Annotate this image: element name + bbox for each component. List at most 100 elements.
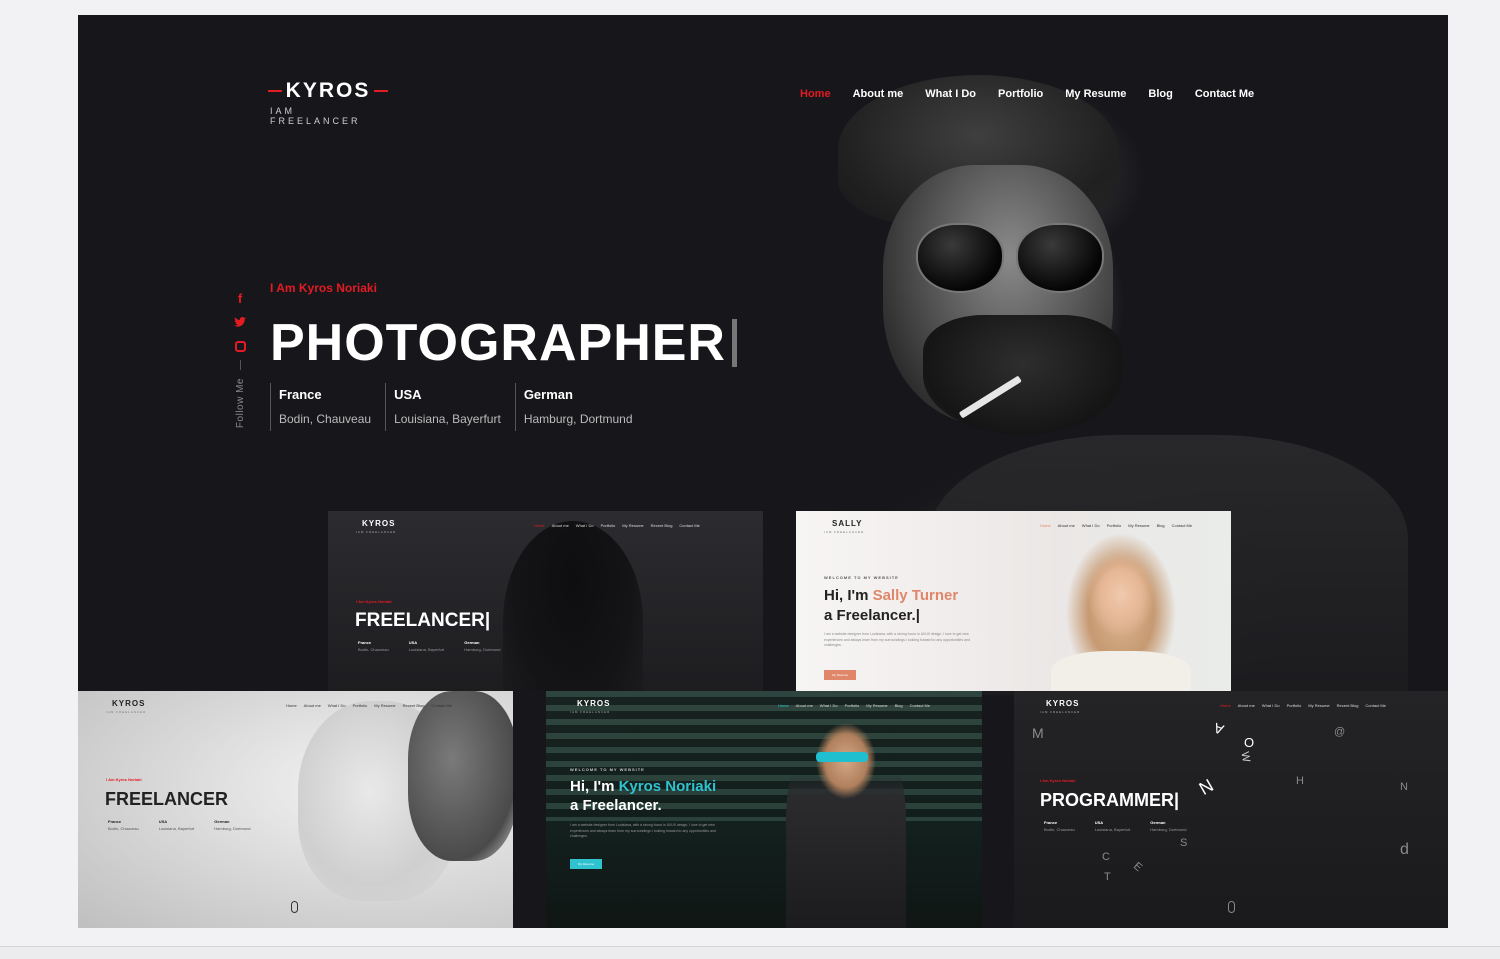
- sunglasses-left-lens: [916, 223, 1004, 293]
- thumb-loc-country: USA: [158, 819, 168, 824]
- thumbnail-dark-freelancer[interactable]: KYROS IAM FREELANCER Home About me What …: [328, 511, 763, 691]
- decorative-glyph: H: [1296, 775, 1304, 787]
- decorative-glyph: W: [1238, 750, 1253, 764]
- thumb-loc-country: German: [214, 819, 230, 824]
- thumb-nav-item: My Resume: [374, 703, 396, 708]
- thumb-logo: KYROS: [1046, 699, 1080, 708]
- thumb-logo-sub: IAM FREELANCER: [1040, 710, 1081, 714]
- thumb-nav-item: Portfolio: [352, 703, 368, 708]
- logo-line-right: [374, 90, 388, 92]
- nav-about-me[interactable]: About me: [853, 88, 904, 100]
- thumb-label: WELCOME TO MY WEBSITE: [570, 767, 645, 772]
- thumb-nav-item: Portfolio: [1286, 703, 1302, 708]
- thumb-nav-item: About me: [1237, 703, 1255, 708]
- nav-contact-me[interactable]: Contact Me: [1195, 88, 1254, 100]
- thumb-loc-cities: Hamburg, Dortmund: [464, 647, 501, 652]
- thumb-greeting-name: Kyros Noriaki: [618, 778, 717, 795]
- thumb-loc-country: German: [1150, 820, 1166, 825]
- thumb-nav-item: Contact Me: [909, 703, 931, 708]
- thumbnail-light-freelancer[interactable]: KYROS IAM FREELANCER Home About me What …: [78, 691, 513, 928]
- thumb-resume-button[interactable]: My Resume: [570, 859, 603, 869]
- thumb-logo: KYROS: [362, 519, 396, 528]
- follow-me-label: Follow Me: [234, 378, 246, 429]
- thumb-loc-country: France: [358, 640, 372, 645]
- thumb-nav-item: Portfolio: [1106, 523, 1122, 528]
- preview-frame: KYROS IAM FREELANCER Home About me What …: [78, 15, 1448, 928]
- thumb-nav-item: Blog: [894, 703, 903, 708]
- main-nav: Home About me What I Do Portfolio My Res…: [800, 88, 1254, 100]
- thumb-nav-item: Home: [1220, 703, 1231, 708]
- thumb-nav-item: About me: [551, 523, 569, 528]
- nav-home[interactable]: Home: [800, 88, 831, 100]
- social-links: f Follow Me: [230, 291, 250, 428]
- logo-line-left: [268, 90, 282, 92]
- browser-bottom-bar: [0, 946, 1500, 959]
- thumb-loc-cities: Louisiana, Bayerfurt: [1094, 827, 1131, 832]
- decorative-glyph: S: [1180, 837, 1188, 849]
- location-item: German Hamburg, Dortmund: [514, 383, 647, 431]
- decorative-glyph: d: [1400, 841, 1409, 858]
- thumb-subtitle: a Freelancer.|: [824, 607, 920, 624]
- thumb-greeting-text: Hi, I'm: [570, 778, 619, 795]
- thumb-logo-sub: IAM FREELANCER: [356, 530, 397, 534]
- thumb-label: WELCOME TO MY WEBSITE: [824, 575, 899, 580]
- instagram-icon[interactable]: [234, 341, 246, 352]
- thumb-nav-item: Portfolio: [844, 703, 860, 708]
- thumb-nav-item: Home: [1040, 523, 1051, 528]
- location-cities: Bodin, Chauveau: [279, 412, 372, 426]
- scroll-mouse-icon: [291, 901, 298, 913]
- thumb-photo-man: [786, 716, 906, 928]
- thumb-body: I am a website designer from Louisiana, …: [824, 632, 970, 647]
- nav-what-i-do[interactable]: What I Do: [925, 88, 976, 100]
- thumb-logo: SALLY: [832, 519, 863, 528]
- decorative-glyph: M: [1032, 725, 1044, 741]
- thumb-nav-item: Contact Me: [679, 523, 700, 528]
- thumb-photo-woman-hair: [408, 691, 513, 861]
- thumb-nav-item: Home: [534, 523, 545, 528]
- thumb-nav-item: Recent Blog: [1336, 703, 1359, 708]
- location-country: France: [279, 387, 322, 402]
- thumb-nav-item: What I Do: [819, 703, 838, 708]
- location-item: France Bodin, Chauveau: [270, 383, 385, 431]
- decorative-glyph: @: [1334, 726, 1346, 738]
- decorative-glyph: O: [1244, 735, 1255, 750]
- thumbnail-programmer[interactable]: M A O W @ N H N d C E T S KYROS IAM FREE…: [1014, 691, 1448, 928]
- location-item: USA Louisiana, Bayerfurt: [385, 383, 515, 431]
- twitter-icon[interactable]: [234, 315, 246, 331]
- hero-headline-text: PHOTOGRAPHER: [270, 314, 726, 372]
- thumb-greeting: Hi, I'm Kyros Noriaki: [570, 778, 716, 795]
- decorative-glyph: E: [1131, 860, 1145, 874]
- decorative-glyph: N: [1195, 775, 1217, 799]
- thumb-nav-item: Home: [778, 703, 789, 708]
- thumb-photo-shirt: [1051, 651, 1191, 691]
- thumb-nav: Home About me What I Do Portfolio My Res…: [1040, 523, 1192, 528]
- thumb-resume-button[interactable]: My Resume: [824, 670, 857, 680]
- thumb-logo: KYROS: [577, 699, 611, 708]
- nav-blog[interactable]: Blog: [1148, 88, 1172, 100]
- thumb-locations: France Bodin, Chauveau USA Louisiana, Baye…: [108, 818, 251, 832]
- thumb-logo-sub: IAM FREELANCER: [106, 710, 147, 714]
- nav-my-resume[interactable]: My Resume: [1065, 88, 1126, 100]
- site-logo[interactable]: KYROS IAM FREELANCER: [268, 79, 388, 126]
- thumb-nav-item: About me: [303, 703, 321, 708]
- facebook-icon[interactable]: f: [238, 291, 242, 307]
- thumb-loc-country: France: [1044, 820, 1058, 825]
- thumb-nav-item: My Resume: [1308, 703, 1330, 708]
- thumbnail-kyros-green[interactable]: KYROS IAM FREELANCER Home About me What …: [546, 691, 982, 928]
- decorative-glyph: A: [1211, 719, 1226, 739]
- thumb-photo-sunglasses: [816, 752, 868, 762]
- thumb-greeting-text: Hi, I'm: [824, 587, 873, 604]
- thumb-label: I Am Kyros Noriaki: [356, 599, 392, 604]
- thumb-loc-cities: Bodin, Chauveau: [108, 826, 139, 831]
- logo-text: KYROS: [285, 79, 371, 102]
- thumb-subtitle: a Freelancer.: [570, 797, 662, 814]
- thumbnail-sally-turner[interactable]: SALLY IAM FREELANCER Home About me What …: [796, 511, 1231, 691]
- thumb-logo: KYROS: [112, 699, 146, 708]
- hero-portrait-beard: [923, 315, 1123, 435]
- thumb-loc-cities: Hamburg, Dortmund: [214, 826, 251, 831]
- thumb-nav-item: Home: [286, 703, 297, 708]
- thumb-loc-country: USA: [1094, 820, 1104, 825]
- nav-portfolio[interactable]: Portfolio: [998, 88, 1043, 100]
- thumb-loc-country: USA: [408, 640, 418, 645]
- thumb-nav-item: Portfolio: [600, 523, 616, 528]
